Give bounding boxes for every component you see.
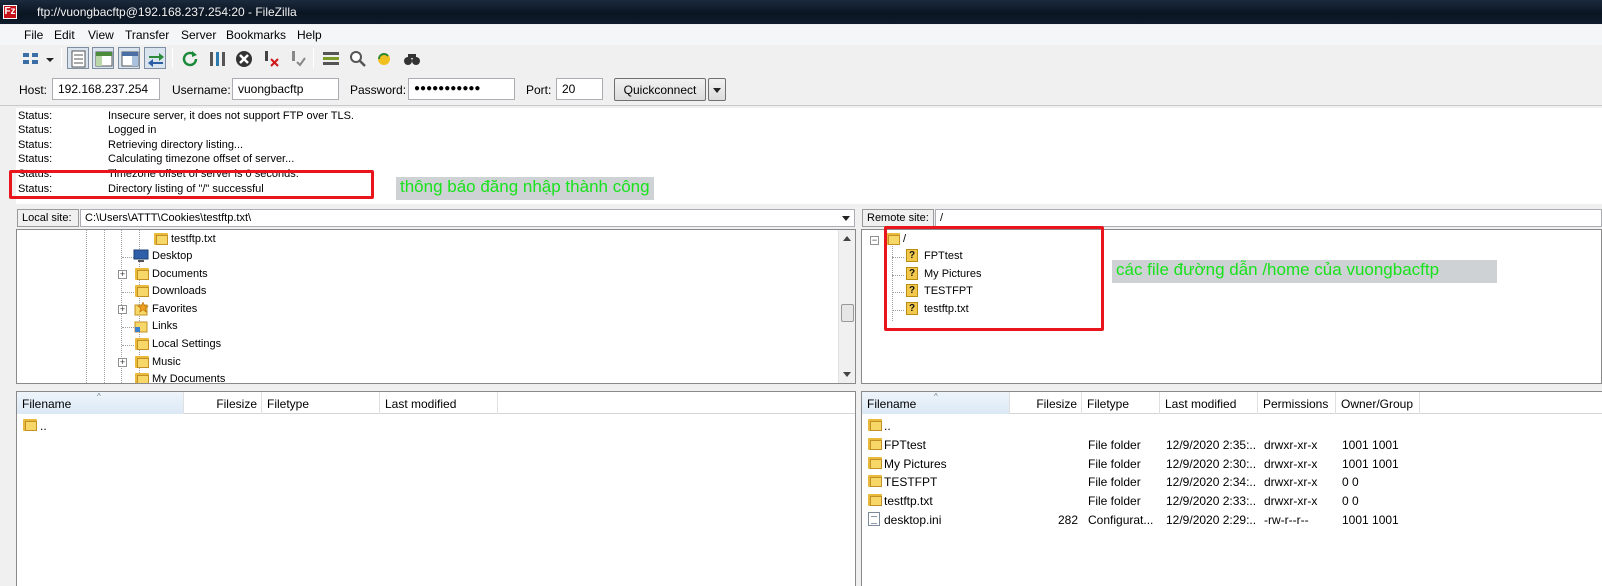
remote-files-annotation: các file đường dẫn /home của vuongbacftp <box>1112 260 1497 283</box>
site-manager-icon[interactable] <box>19 47 41 69</box>
folder-icon <box>135 285 149 297</box>
cancel-icon[interactable] <box>232 47 254 69</box>
column-header-filetype[interactable]: Filetype <box>262 392 380 414</box>
column-header-filetype[interactable]: Filetype <box>1082 392 1160 414</box>
folder-icon <box>154 233 168 245</box>
folder-icon <box>135 268 149 280</box>
remote-file-list-header: Filename ^ Filesize Filetype Last modifie… <box>862 392 1602 414</box>
login-success-annotation: thông báo đăng nhập thành công <box>396 177 654 200</box>
expand-icon[interactable]: + <box>118 358 127 367</box>
quickconnect-button[interactable]: Quickconnect <box>614 78 706 101</box>
username-input[interactable]: vuongbacftp <box>232 78 339 100</box>
table-row[interactable]: testftp.txt File folder 12/9/2020 2:33:.… <box>862 491 1602 510</box>
column-header-filesize[interactable]: Filesize <box>1010 392 1082 414</box>
menu-file[interactable]: File <box>24 28 43 42</box>
local-file-list[interactable]: Filename ^ Filesize Filetype Last modifie… <box>16 391 856 586</box>
file-icon <box>868 512 880 526</box>
sort-ascending-icon: ^ <box>97 392 101 401</box>
port-input[interactable]: 20 <box>556 78 603 100</box>
menu-server[interactable]: Server <box>181 28 216 42</box>
folder-icon <box>135 338 149 350</box>
filezilla-window: Fz ftp://vuongbacftp@192.168.237.254:20 … <box>0 0 1602 586</box>
toolbar <box>0 45 1602 73</box>
host-label: Host: <box>19 83 48 97</box>
expand-icon[interactable]: + <box>118 270 127 279</box>
disconnect-icon[interactable] <box>259 47 281 69</box>
title-bar: Fz ftp://vuongbacftp@192.168.237.254:20 … <box>0 0 1602 24</box>
chevron-down-icon[interactable] <box>842 216 850 221</box>
remote-site-label: Remote site: <box>862 209 934 227</box>
password-label: Password: <box>350 83 407 97</box>
folder-icon <box>868 494 882 506</box>
toggle-remote-tree-icon[interactable] <box>118 47 140 69</box>
folder-icon <box>135 373 149 383</box>
password-input[interactable]: ●●●●●●●●●●● <box>408 78 515 100</box>
local-tree-scrollbar[interactable] <box>838 230 855 383</box>
collapse-icon[interactable]: − <box>870 236 879 245</box>
table-row[interactable]: TESTFPT File folder 12/9/2020 2:34:... d… <box>862 472 1602 491</box>
login-success-highlight-box <box>9 170 374 199</box>
remote-site-path-input[interactable]: / <box>935 209 1602 227</box>
table-row[interactable]: .. <box>17 416 855 435</box>
window-title: ftp://vuongbacftp@192.168.237.254:20 - F… <box>37 5 297 19</box>
local-site-bar: Local site: C:\Users\ATTT\Cookies\testft… <box>16 207 856 229</box>
refresh-icon[interactable] <box>178 47 200 69</box>
menu-view[interactable]: View <box>88 28 114 42</box>
column-header-filename[interactable]: Filename ^ <box>862 392 1010 414</box>
links-folder-icon <box>134 321 148 333</box>
table-row[interactable]: .. <box>862 416 1602 435</box>
column-header-last-modified[interactable]: Last modified <box>1160 392 1258 414</box>
sync-browsing-icon[interactable] <box>372 47 394 69</box>
scroll-thumb[interactable] <box>841 304 854 322</box>
menu-bookmarks[interactable]: Bookmarks <box>226 28 286 42</box>
toggle-transfer-queue-icon[interactable] <box>144 47 166 69</box>
folder-icon <box>868 475 882 487</box>
column-header-filesize[interactable]: Filesize <box>184 392 262 414</box>
filter-icon[interactable] <box>346 47 368 69</box>
menu-transfer[interactable]: Transfer <box>125 28 169 42</box>
local-site-path-input[interactable]: C:\Users\ATTT\Cookies\testftp.txt\ <box>80 209 855 227</box>
folder-icon <box>135 356 149 368</box>
port-label: Port: <box>526 83 552 97</box>
folder-icon <box>868 438 882 450</box>
column-header-filename[interactable]: Filename ^ <box>17 392 184 414</box>
folder-icon <box>868 457 882 469</box>
local-site-label: Local site: <box>17 209 79 227</box>
table-row[interactable]: desktop.ini 282 Configurat... 12/9/2020 … <box>862 510 1602 529</box>
table-row[interactable]: FPTtest File folder 12/9/2020 2:35:... d… <box>862 435 1602 454</box>
username-label: Username: <box>172 83 231 97</box>
reconnect-icon[interactable] <box>286 47 308 69</box>
scroll-down-icon[interactable] <box>843 372 851 377</box>
column-header-owner-group[interactable]: Owner/Group <box>1336 392 1420 414</box>
remote-file-list[interactable]: Filename ^ Filesize Filetype Last modifie… <box>861 391 1602 586</box>
local-site-path: C:\Users\ATTT\Cookies\testftp.txt\ <box>85 212 252 224</box>
folder-icon <box>23 419 37 431</box>
site-manager-dropdown-icon[interactable] <box>42 47 56 69</box>
toggle-local-tree-icon[interactable] <box>92 47 114 69</box>
menu-edit[interactable]: Edit <box>54 28 75 42</box>
filezilla-app-icon: Fz <box>3 5 17 19</box>
remote-files-highlight-box <box>884 226 1104 331</box>
favorites-folder-icon <box>134 302 149 316</box>
directory-comparison-icon[interactable] <box>319 47 341 69</box>
sort-ascending-icon: ^ <box>934 392 938 401</box>
expand-icon[interactable]: + <box>118 305 127 314</box>
toggle-message-log-icon[interactable] <box>67 47 89 69</box>
column-header-permissions[interactable]: Permissions <box>1258 392 1336 414</box>
folder-icon <box>868 419 882 431</box>
process-queue-icon[interactable] <box>205 47 227 69</box>
chevron-down-icon <box>713 88 721 93</box>
local-file-list-header: Filename ^ Filesize Filetype Last modifie… <box>17 392 855 414</box>
table-row[interactable]: My Pictures File folder 12/9/2020 2:30:.… <box>862 454 1602 473</box>
host-input[interactable]: 192.168.237.254 <box>52 78 160 100</box>
menu-help[interactable]: Help <box>297 28 322 42</box>
search-icon[interactable] <box>400 47 422 69</box>
quickconnect-bar: Host: 192.168.237.254 Username: vuongbac… <box>0 74 1602 106</box>
column-header-last-modified[interactable]: Last modified <box>380 392 498 414</box>
quickconnect-dropdown-button[interactable] <box>708 78 726 101</box>
menu-bar: File Edit View Transfer Server Bookmarks… <box>0 25 1602 45</box>
scroll-up-icon[interactable] <box>843 236 851 241</box>
local-directory-tree[interactable]: testftp.txt Desktop + Documents Download… <box>16 229 856 384</box>
desktop-icon <box>133 249 149 262</box>
